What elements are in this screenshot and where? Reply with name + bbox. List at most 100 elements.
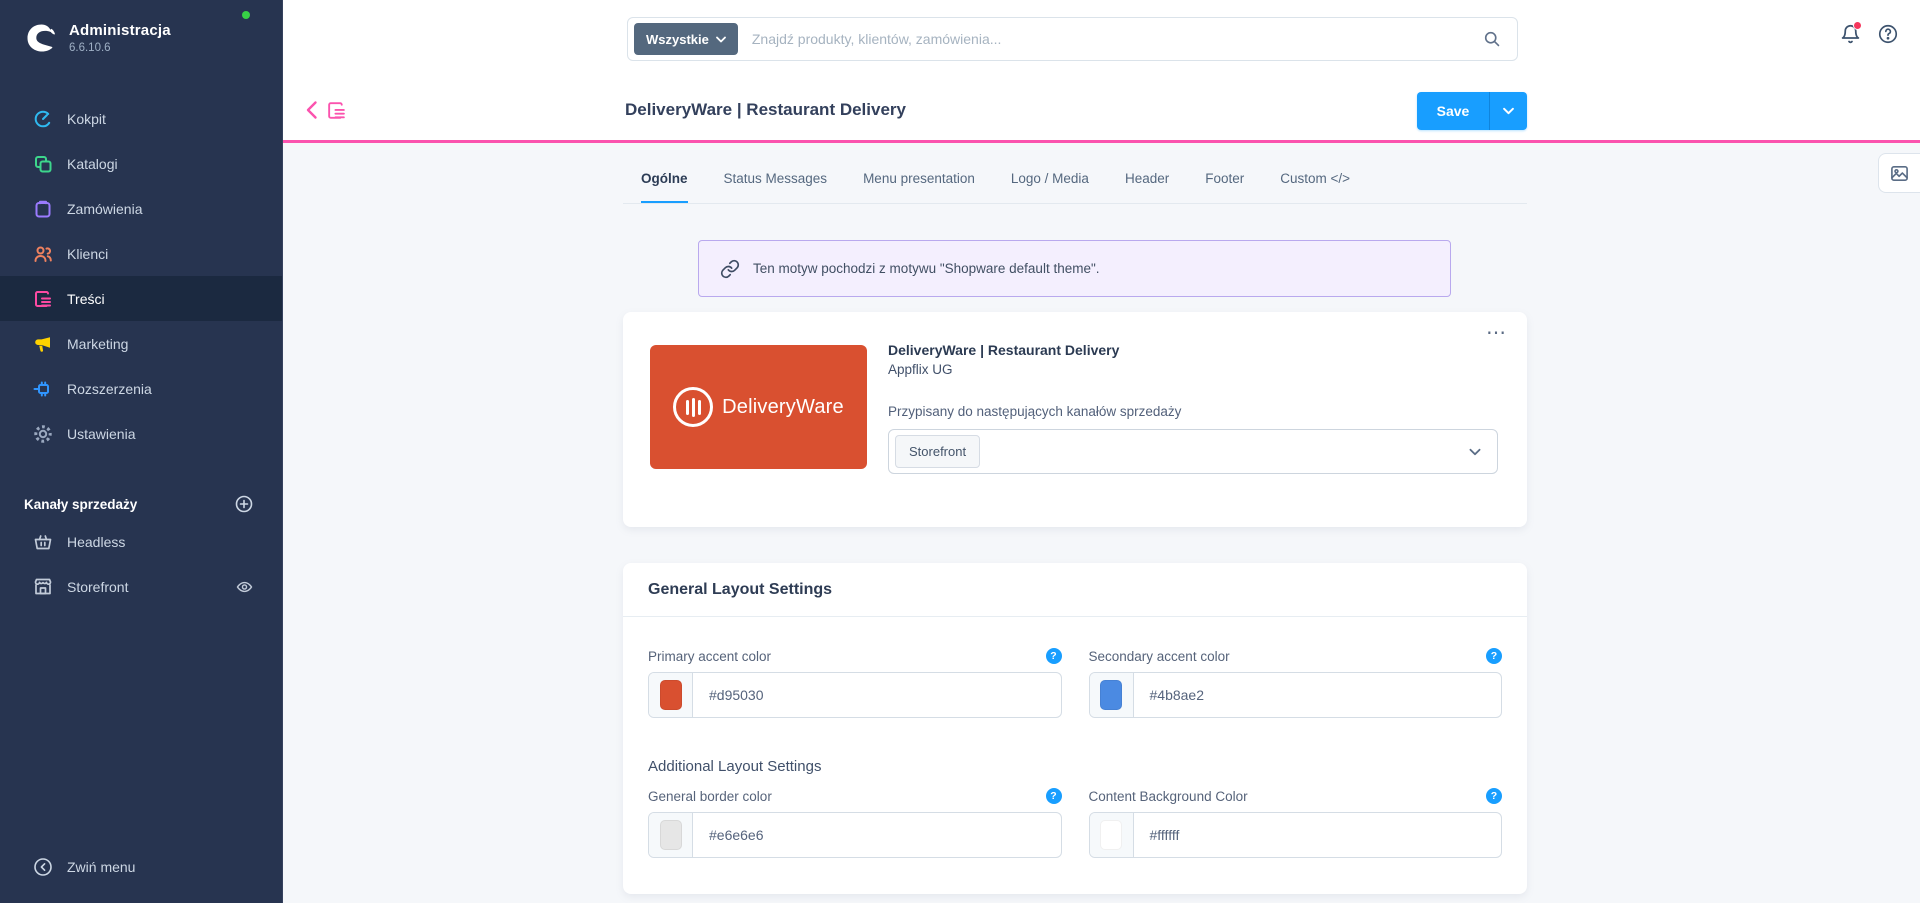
sidebar-item-headless[interactable]: Headless <box>0 519 282 564</box>
theme-preview-image: DeliveryWare <box>650 345 867 469</box>
tab-footer[interactable]: Footer <box>1205 171 1244 203</box>
sidebar-item-label: Rozszerzenia <box>67 380 152 397</box>
tab-menu-presentation[interactable]: Menu presentation <box>863 171 975 203</box>
collapse-menu-button[interactable]: Zwiń menu <box>0 845 282 889</box>
field-general-border-color: General border color ? #e6e6e6 <box>648 788 1062 858</box>
sidebar-item-tresci[interactable]: Treści <box>0 276 282 321</box>
topbar-icons <box>1838 21 1900 46</box>
save-split-button: Save <box>1417 92 1527 130</box>
tab-header[interactable]: Header <box>1125 171 1169 203</box>
color-hex-value[interactable]: #ffffff <box>1134 827 1180 843</box>
sidebar-item-label: Storefront <box>67 578 129 595</box>
color-swatch-cell[interactable] <box>649 813 693 857</box>
online-status-dot <box>242 11 250 19</box>
sidebar-item-rozszerzenia[interactable]: Rozszerzenia <box>0 366 282 411</box>
main-navigation: Kokpit Katalogi Zamówienia Klienci Treśc… <box>0 96 282 456</box>
field-label: Primary accent color <box>648 648 772 664</box>
content-page-icon <box>327 101 345 119</box>
notifications-button[interactable] <box>1838 21 1862 46</box>
sales-channels-title: Kanały sprzedaży <box>24 496 138 512</box>
theme-info: DeliveryWare | Restaurant Delivery Appfl… <box>888 342 1498 474</box>
brand-block: Administracja 6.6.10.6 <box>0 0 282 56</box>
color-input[interactable]: #4b8ae2 <box>1088 672 1502 718</box>
save-options-button[interactable] <box>1489 92 1527 130</box>
color-input[interactable]: #e6e6e6 <box>648 812 1062 858</box>
sidebar-item-katalogi[interactable]: Katalogi <box>0 141 282 186</box>
help-icon[interactable]: ? <box>1045 648 1062 664</box>
settings-card-header: General Layout Settings <box>623 563 1527 617</box>
color-swatch <box>659 820 682 850</box>
collapse-circle-icon <box>33 857 53 877</box>
module-shortcut-button[interactable] <box>323 97 349 123</box>
general-layout-settings-card: General Layout Settings Primary accent c… <box>623 563 1527 894</box>
question-circle-icon <box>1878 24 1898 44</box>
preview-eye-icon[interactable] <box>236 578 253 595</box>
orders-icon <box>33 199 53 219</box>
channel-tag-storefront[interactable]: Storefront <box>895 435 981 468</box>
color-hex-value[interactable]: #4b8ae2 <box>1134 687 1205 703</box>
color-swatch-cell[interactable] <box>1089 673 1134 717</box>
app-title: Administracja <box>69 22 171 39</box>
chevron-down-icon <box>715 36 726 42</box>
field-primary-accent-color: Primary accent color ? #d95030 <box>648 648 1062 718</box>
search-scope-dropdown[interactable]: Wszystkie <box>634 23 738 55</box>
banner-text: Ten motyw pochodzi z motywu "Shopware de… <box>753 261 1100 276</box>
add-sales-channel-button[interactable] <box>235 495 253 513</box>
parent-theme-banner: Ten motyw pochodzi z motywu "Shopware de… <box>698 240 1451 297</box>
gear-icon <box>33 424 53 444</box>
sidebar-item-klienci[interactable]: Klienci <box>0 231 282 276</box>
topbar: Wszystkie Znajdź produkty, klientów, zam… <box>283 0 1920 143</box>
sidebar-item-label: Klienci <box>67 245 109 262</box>
search-input[interactable] <box>737 31 1483 47</box>
link-icon <box>720 259 740 278</box>
color-input[interactable]: #d95030 <box>648 672 1062 718</box>
cutlery-circle-icon <box>673 387 714 427</box>
sidebar-item-label: Ustawienia <box>67 425 136 442</box>
additional-layout-settings-title: Additional Layout Settings <box>648 758 822 775</box>
settings-card-title: General Layout Settings <box>648 580 833 598</box>
search-icon <box>1483 30 1501 48</box>
color-swatch-cell[interactable] <box>649 673 693 717</box>
sales-channels-header: Kanały sprzedaży <box>0 489 282 519</box>
sidebar-item-storefront[interactable]: Storefront <box>0 564 282 609</box>
sidebar-item-label: Marketing <box>67 335 129 352</box>
sales-channel-select[interactable]: Storefront <box>888 429 1498 474</box>
tab-ogolne[interactable]: Ogólne <box>641 171 688 203</box>
megaphone-icon <box>33 334 53 354</box>
help-icon[interactable]: ? <box>1486 648 1502 664</box>
theme-logo-text: DeliveryWare <box>722 395 844 418</box>
color-hex-value[interactable]: #e6e6e6 <box>693 827 764 843</box>
page-column: Ogólne Status Messages Menu presentation… <box>623 143 1527 903</box>
chevron-left-icon <box>306 101 317 119</box>
sidebar-item-label: Kokpit <box>67 110 106 127</box>
tab-logo-media[interactable]: Logo / Media <box>1011 171 1089 203</box>
tab-status-messages[interactable]: Status Messages <box>724 171 828 203</box>
global-search-bar: Wszystkie <box>627 17 1518 61</box>
tab-custom[interactable]: Custom </> <box>1280 171 1350 203</box>
settings-card-body: Primary accent color ? #d95030 Secondary… <box>623 648 1527 858</box>
color-input[interactable]: #ffffff <box>1088 812 1502 858</box>
save-button[interactable]: Save <box>1417 92 1489 130</box>
app-version: 6.6.10.6 <box>69 42 111 54</box>
help-icon[interactable]: ? <box>1486 788 1502 804</box>
field-label: Content Background Color <box>1088 788 1248 804</box>
content-icon <box>33 289 53 309</box>
media-sidebar-toggle[interactable] <box>1878 153 1920 193</box>
field-secondary-accent-color: Secondary accent color ? #4b8ae2 <box>1088 648 1502 718</box>
image-icon <box>1891 165 1908 181</box>
field-label: Secondary accent color <box>1088 648 1230 664</box>
notification-badge <box>1853 21 1862 30</box>
shopware-logo <box>27 24 55 52</box>
sidebar-item-kokpit[interactable]: Kokpit <box>0 96 282 141</box>
sidebar-item-marketing[interactable]: Marketing <box>0 321 282 366</box>
help-icon[interactable]: ? <box>1045 788 1062 804</box>
back-button[interactable] <box>297 96 325 124</box>
color-swatch-cell[interactable] <box>1089 813 1134 857</box>
sidebar-item-zamowienia[interactable]: Zamówienia <box>0 186 282 231</box>
sidebar-item-ustawienia[interactable]: Ustawienia <box>0 411 282 456</box>
color-hex-value[interactable]: #d95030 <box>693 687 764 703</box>
chevron-down-icon <box>1503 107 1514 115</box>
help-button[interactable] <box>1876 22 1900 46</box>
storefront-icon <box>33 577 53 597</box>
assigned-channels-label: Przypisany do następujących kanałów sprz… <box>888 404 1182 419</box>
